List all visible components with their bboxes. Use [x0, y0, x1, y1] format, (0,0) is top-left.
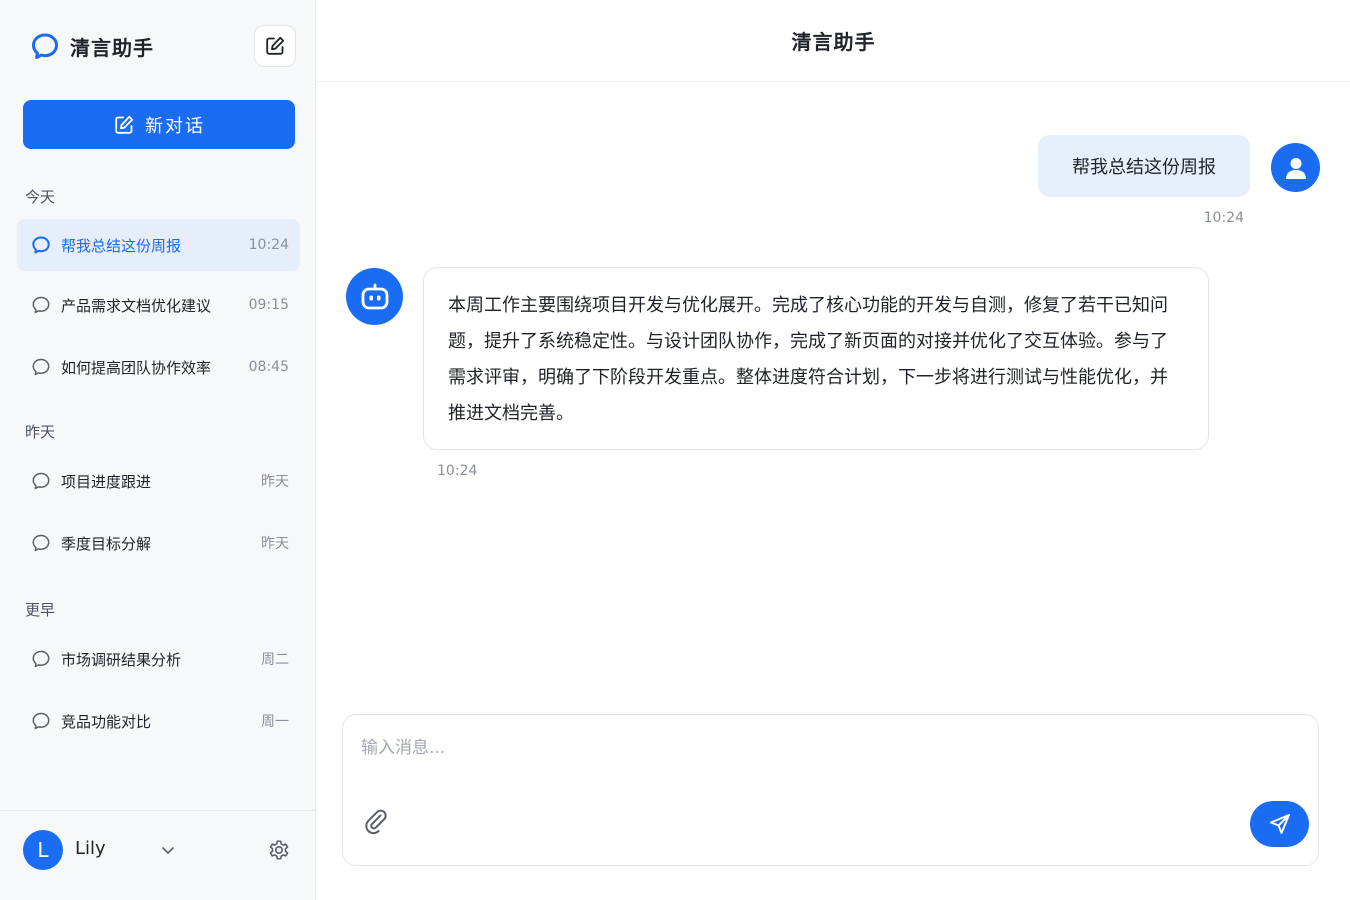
conversation-title: 产品需求文档优化建议 — [61, 296, 212, 315]
page-title: 清言助手 — [791, 30, 876, 54]
chat-bubble-icon — [31, 533, 51, 553]
user-name[interactable]: Lily — [75, 838, 106, 859]
conversation-time: 10:24 — [248, 237, 289, 253]
conversation-title: 帮我总结这份周报 — [61, 236, 182, 255]
new-chat-button[interactable]: 新对话 — [23, 100, 295, 149]
message-composer — [342, 714, 1319, 866]
chat-bubble-icon — [31, 295, 51, 315]
conversation-item[interactable]: 如何提高团队协作效率 08:45 — [17, 341, 300, 393]
chat-bubble-icon — [31, 235, 51, 255]
new-chat-label: 新对话 — [145, 115, 205, 137]
chat-bubble-icon — [31, 649, 51, 669]
robot-icon — [346, 268, 403, 325]
conversation-item[interactable]: 竞品功能对比 周一 — [17, 695, 300, 747]
conversation-title: 市场调研结果分析 — [61, 650, 182, 669]
paper-plane-icon — [1268, 812, 1292, 836]
app-name: 清言助手 — [70, 35, 154, 60]
conversation-title: 项目进度跟进 — [61, 472, 152, 491]
compose-button[interactable] — [254, 25, 296, 67]
group-label-earlier: 更早 — [25, 601, 56, 619]
message-timestamp: 10:24 — [1203, 210, 1244, 226]
send-button[interactable] — [1250, 801, 1309, 847]
chevron-down-icon[interactable] — [158, 840, 178, 860]
conversation-item[interactable]: 市场调研结果分析 周二 — [17, 633, 300, 685]
conversation-time: 昨天 — [261, 536, 289, 552]
conversation-item[interactable]: 帮我总结这份周报 10:24 — [17, 219, 300, 271]
conversation-time: 昨天 — [261, 474, 289, 490]
message-timestamp: 10:24 — [437, 463, 478, 479]
sidebar-footer: L Lily — [0, 810, 316, 900]
user-message-bubble: 帮我总结这份周报 — [1038, 135, 1250, 197]
conversation-title: 如何提高团队协作效率 — [61, 358, 212, 377]
chat-bubble-icon — [31, 471, 51, 491]
brand: 清言助手 — [30, 30, 154, 62]
group-label-today: 今天 — [25, 188, 56, 206]
conversation-time: 周二 — [261, 652, 289, 668]
gear-icon[interactable] — [266, 837, 292, 863]
paperclip-icon[interactable] — [361, 807, 391, 837]
conversation-time: 09:15 — [248, 297, 289, 313]
chat-bubble-logo-icon — [30, 31, 60, 61]
user-avatar[interactable]: L — [23, 830, 63, 870]
group-label-yesterday: 昨天 — [25, 423, 56, 441]
conversation-time: 周一 — [261, 714, 289, 730]
person-icon — [1271, 143, 1320, 192]
chat-bubble-icon — [31, 357, 51, 377]
assistant-message-bubble: 本周工作主要围绕项目开发与优化展开。完成了核心功能的开发与自测，修复了若干已知问… — [423, 267, 1209, 450]
conversation-item[interactable]: 产品需求文档优化建议 09:15 — [17, 279, 300, 331]
conversation-title: 季度目标分解 — [61, 534, 152, 553]
sidebar: 清言助手 新对话 今天 帮我总结这份周报 10:24 产品需求文档优化建议 09… — [0, 0, 316, 900]
chat-header: 清言助手 — [317, 0, 1350, 82]
message-input[interactable] — [361, 733, 1261, 773]
conversation-time: 08:45 — [248, 359, 289, 375]
conversation-title: 竞品功能对比 — [61, 712, 152, 731]
chat-bubble-icon — [31, 711, 51, 731]
edit-square-icon — [113, 114, 135, 136]
conversation-item[interactable]: 季度目标分解 昨天 — [17, 517, 300, 569]
edit-square-icon — [264, 35, 286, 57]
conversation-item[interactable]: 项目进度跟进 昨天 — [17, 455, 300, 507]
